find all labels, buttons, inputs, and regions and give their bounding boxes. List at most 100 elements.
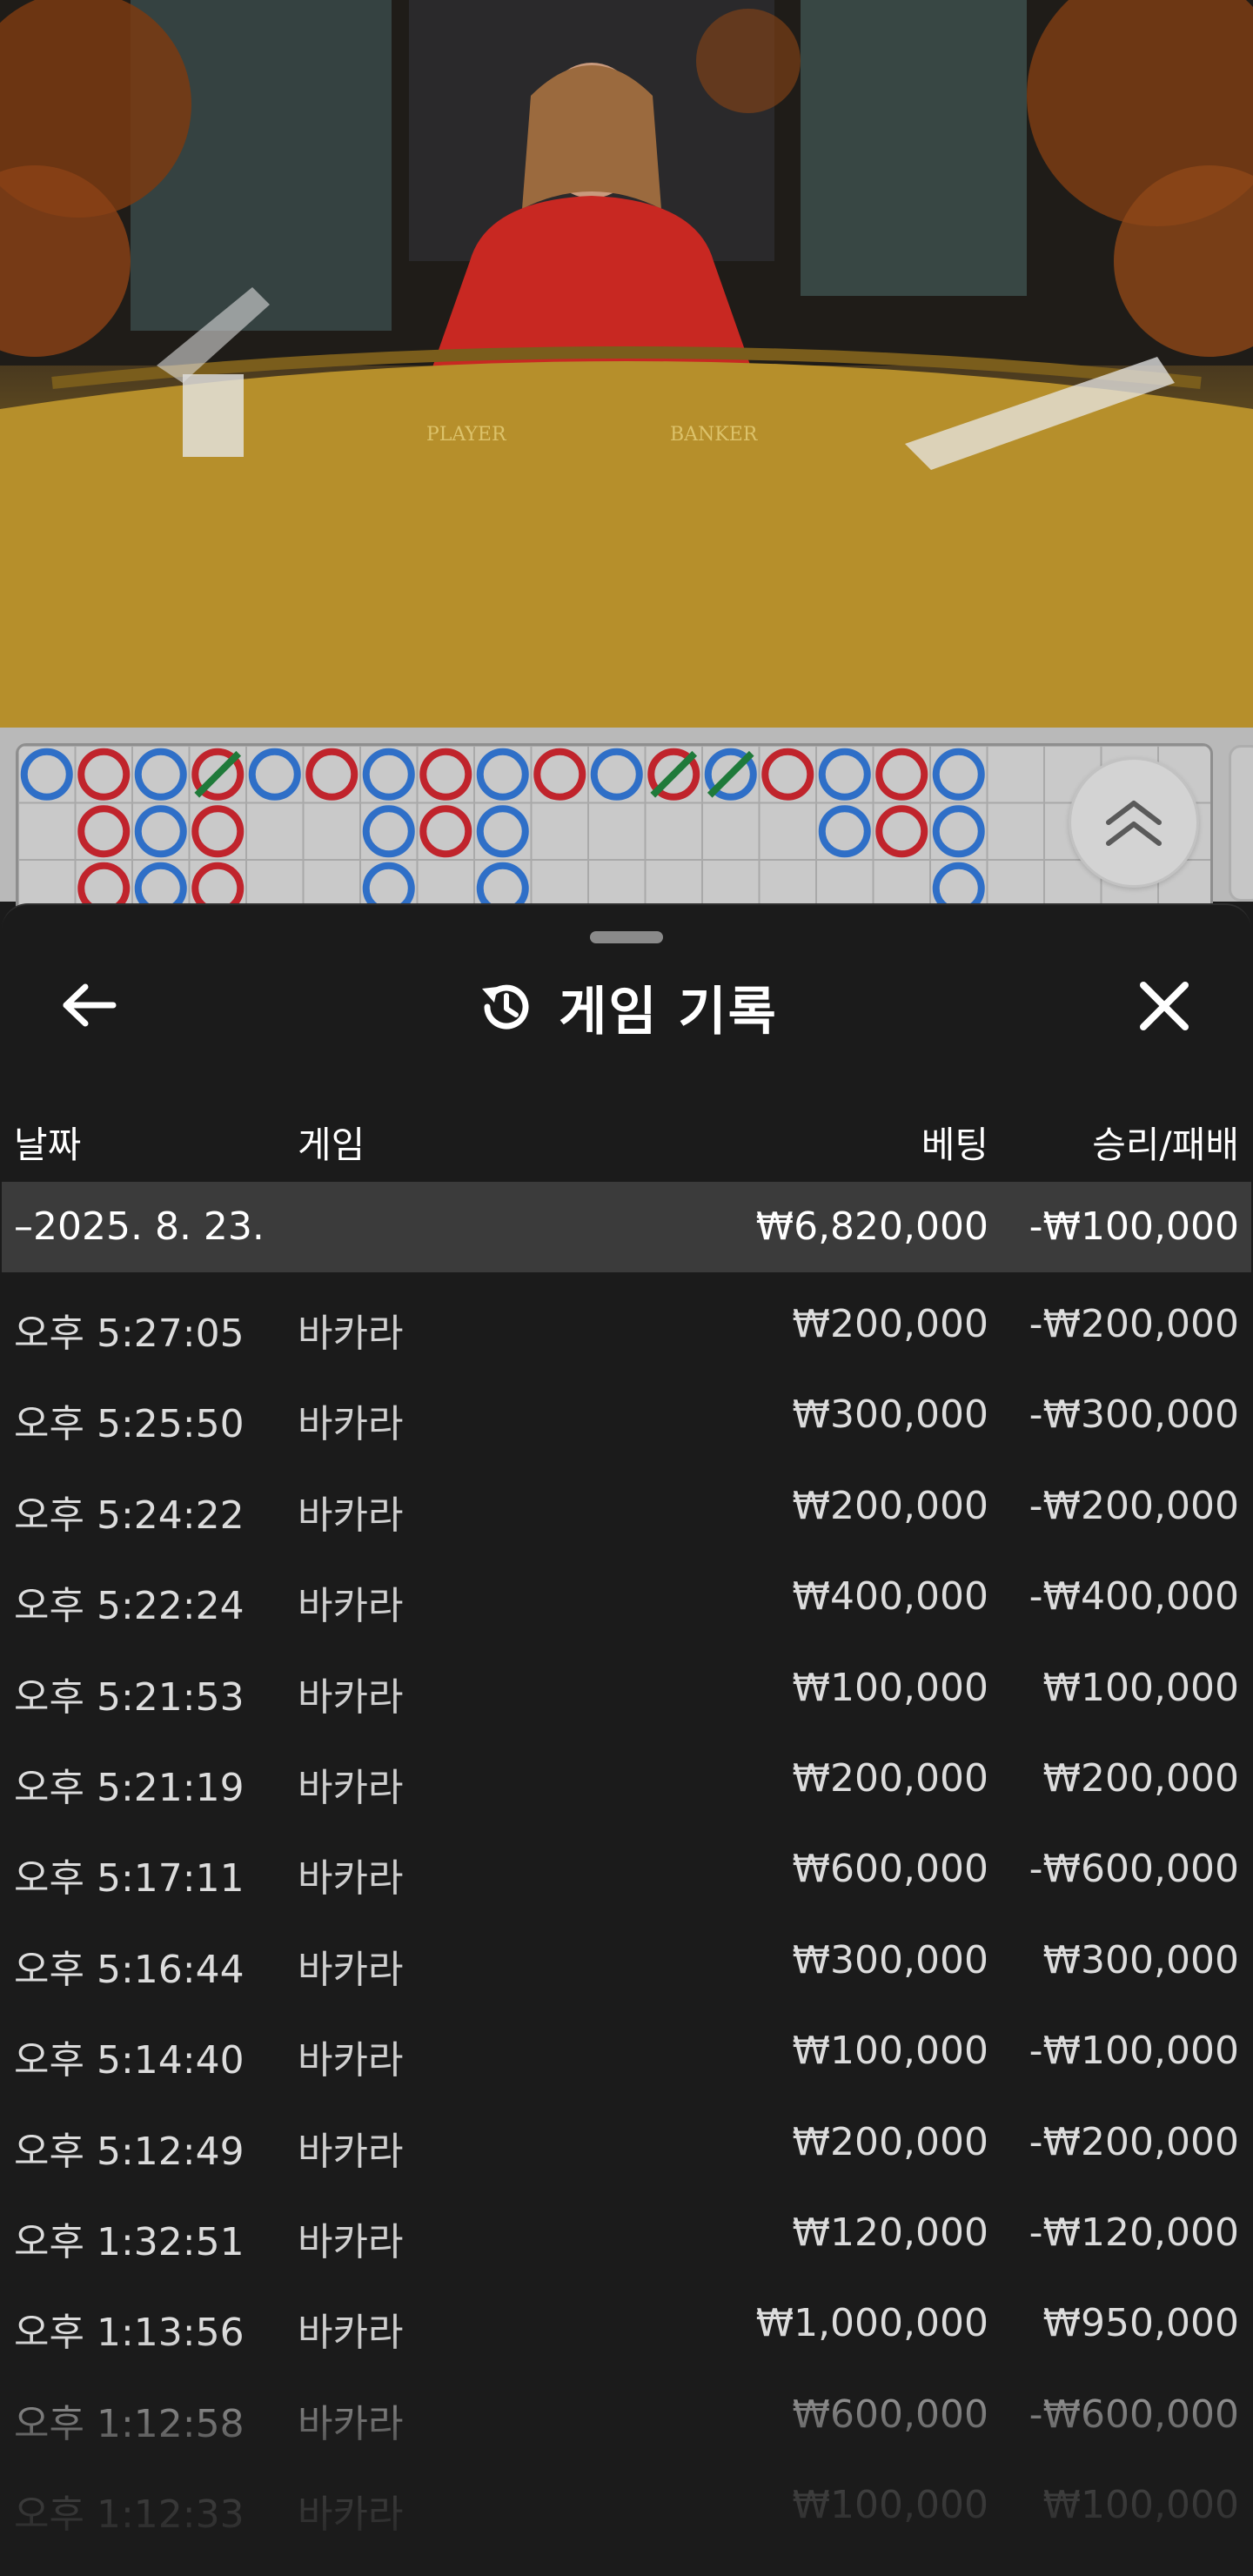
close-button[interactable] (1129, 971, 1199, 1041)
row-game: 바카라 (298, 2038, 404, 2083)
row-time: 오후 5:14:40 (14, 2038, 245, 2083)
history-row[interactable]: 오후 1:12:58 바카라 ₩600,000 -₩600,000 (2, 2365, 1251, 2455)
column-header-win-loss: 승리/패배 (1092, 1124, 1239, 1166)
history-row[interactable]: 오후 5:27:05 바카라 ₩200,000 -₩200,000 (2, 1274, 1251, 1365)
banker-bead (875, 805, 928, 858)
banker-bead (533, 748, 586, 801)
history-row[interactable]: 오후 5:24:22 바카라 ₩200,000 -₩200,000 (2, 1456, 1251, 1546)
row-time: 오후 5:27:05 (14, 1311, 245, 1356)
banker-bead (875, 748, 928, 801)
row-game: 바카라 (298, 1493, 404, 1538)
row-bet: ₩200,000 (792, 1302, 988, 1346)
player-bead (362, 805, 415, 858)
row-bet: ₩300,000 (792, 1937, 988, 1982)
expand-roadmap-button[interactable] (1069, 757, 1199, 888)
banker-bead (761, 748, 814, 801)
row-time: 오후 5:21:53 (14, 1674, 245, 1720)
row-game: 바카라 (298, 2129, 404, 2174)
day-summary-win-loss: -₩100,000 (1029, 1204, 1239, 1249)
day-summary-bet: ₩6,820,000 (755, 1204, 988, 1249)
table-label-banker: BANKER (670, 424, 759, 446)
row-game: 바카라 (298, 1947, 404, 1992)
row-time: 오후 5:16:44 (14, 1947, 245, 1992)
row-game: 바카라 (298, 1402, 404, 1447)
row-time: 오후 5:22:24 (14, 1584, 245, 1629)
row-game: 바카라 (298, 2492, 404, 2538)
player-bead (590, 748, 643, 801)
row-bet: ₩600,000 (792, 2392, 988, 2437)
roadmap-strip (0, 728, 1253, 917)
column-header-bet: 베팅 (921, 1124, 988, 1166)
player-bead (932, 748, 985, 801)
row-bet: ₩100,000 (792, 1665, 988, 1710)
row-time: 오후 1:32:51 (14, 2219, 245, 2264)
drag-handle[interactable] (590, 931, 663, 943)
player-bead (134, 805, 187, 858)
history-row[interactable]: 오후 5:21:19 바카라 ₩200,000 ₩200,000 (2, 1728, 1251, 1819)
player-bead (362, 748, 415, 801)
column-header-game: 게임 (298, 1124, 365, 1166)
player-bead (476, 748, 529, 801)
row-bet: ₩120,000 (792, 2210, 988, 2255)
row-win-loss: -₩120,000 (1029, 2210, 1239, 2255)
row-game: 바카라 (298, 1856, 404, 1902)
row-win-loss: ₩100,000 (1042, 2483, 1239, 2528)
banker-bead (305, 748, 358, 801)
history-row[interactable]: 오후 1:12:33 바카라 ₩100,000 ₩100,000 (2, 2455, 1251, 2546)
row-win-loss: -₩300,000 (1029, 1392, 1239, 1438)
sheet-title: 게임 기록 (559, 981, 778, 1043)
player-bead (248, 748, 301, 801)
row-time: 오후 1:12:33 (14, 2492, 245, 2538)
next-roadmap-panel[interactable] (1229, 745, 1253, 902)
row-time: 오후 5:24:22 (14, 1493, 245, 1538)
row-win-loss: -₩200,000 (1029, 1302, 1239, 1346)
history-row[interactable]: 오후 5:12:49 바카라 ₩200,000 -₩200,000 (2, 2092, 1251, 2183)
row-bet: ₩100,000 (792, 2483, 988, 2528)
player-bead (20, 748, 73, 801)
history-row[interactable]: 오후 5:22:24 바카라 ₩400,000 -₩400,000 (2, 1546, 1251, 1637)
bead-road-svg (18, 746, 1210, 915)
row-bet: ₩400,000 (792, 1574, 988, 1620)
row-game: 바카라 (298, 1311, 404, 1356)
row-bet: ₩600,000 (792, 1847, 988, 1892)
row-bet: ₩200,000 (792, 2119, 988, 2164)
row-time: 오후 1:12:58 (14, 2401, 245, 2446)
history-row[interactable]: 오후 1:13:56 바카라 ₩1,000,000 ₩950,000 (2, 2273, 1251, 2364)
banker-bead (419, 748, 472, 801)
close-icon (1140, 982, 1189, 1030)
day-summary-row[interactable]: –2025. 8. 23. ₩6,820,000 -₩100,000 (2, 1182, 1251, 1272)
row-time: 오후 5:17:11 (14, 1856, 245, 1902)
history-row[interactable]: 오후 1:32:51 바카라 ₩120,000 -₩120,000 (2, 2183, 1251, 2273)
banker-bead (191, 805, 245, 858)
table-header: 날짜 게임 베팅 승리/패배 (2, 1107, 1251, 1170)
banker-bead (77, 748, 131, 801)
row-bet: ₩300,000 (792, 1392, 988, 1438)
banker-bead (77, 805, 131, 858)
history-row[interactable]: 오후 5:17:11 바카라 ₩600,000 -₩600,000 (2, 1819, 1251, 1909)
row-time: 오후 5:25:50 (14, 1402, 245, 1447)
row-win-loss: ₩950,000 (1042, 2301, 1239, 2346)
banker-bead (419, 805, 472, 858)
player-bead (476, 805, 529, 858)
table-label-player: PLAYER (426, 424, 507, 446)
history-row[interactable]: 오후 5:16:44 바카라 ₩300,000 ₩300,000 (2, 1910, 1251, 2001)
row-win-loss: ₩100,000 (1042, 1665, 1239, 1710)
row-bet: ₩100,000 (792, 2029, 988, 2074)
history-row[interactable]: 오후 5:21:53 바카라 ₩100,000 ₩100,000 (2, 1638, 1251, 1728)
row-win-loss: -₩100,000 (1029, 2029, 1239, 2074)
row-win-loss: ₩200,000 (1042, 1755, 1239, 1801)
bead-road-grid (16, 743, 1213, 917)
player-bead (932, 805, 985, 858)
row-bet: ₩200,000 (792, 1483, 988, 1528)
row-game: 바카라 (298, 2401, 404, 2446)
dealer-scene: PLAYER BANKER (0, 0, 1253, 728)
row-win-loss: -₩200,000 (1029, 2119, 1239, 2164)
row-win-loss: -₩400,000 (1029, 1574, 1239, 1620)
history-list: 오후 5:27:05 바카라 ₩200,000 -₩200,000 오후 5:25:50… (2, 1274, 1251, 2546)
row-win-loss: -₩200,000 (1029, 1483, 1239, 1528)
double-chevron-up-icon (1106, 801, 1162, 846)
history-row[interactable]: 오후 5:25:50 바카라 ₩300,000 -₩300,000 (2, 1365, 1251, 1455)
game-history-sheet: 게임 기록 날짜 게임 베팅 승리/패배 –2025. 8. 23. ₩6,82… (2, 903, 1251, 2576)
history-row[interactable]: 오후 5:14:40 바카라 ₩100,000 -₩100,000 (2, 2001, 1251, 2091)
player-bead (818, 748, 871, 801)
